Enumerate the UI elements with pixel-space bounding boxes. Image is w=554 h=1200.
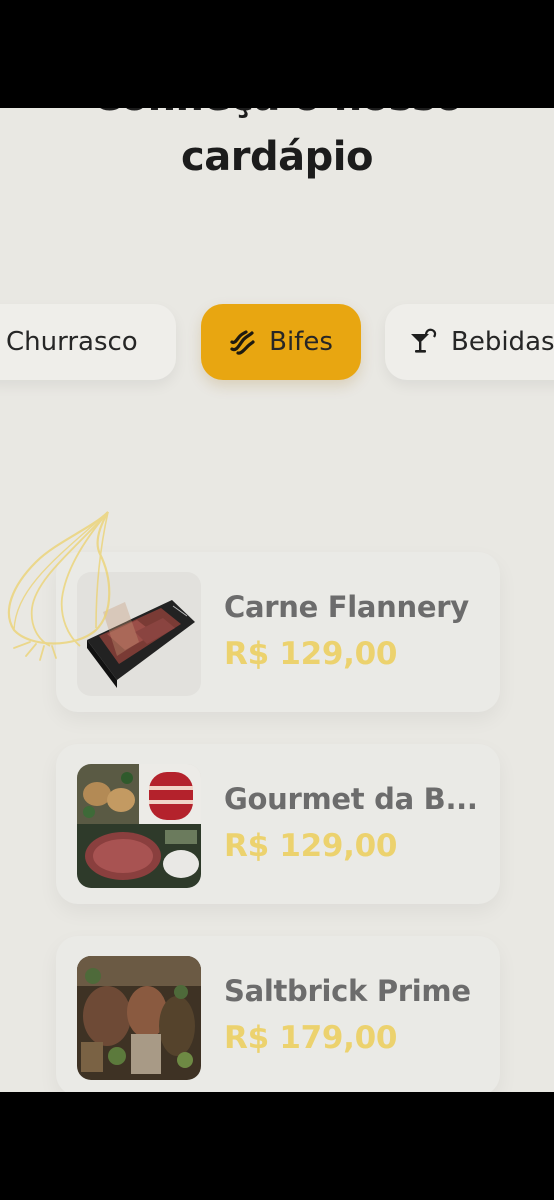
product-card[interactable]: Carne Flannery R$ 129,00 [56,552,500,712]
cocktail-icon [409,328,439,356]
product-name: Saltbrick Prime [224,974,471,1008]
product-price: R$ 179,00 [224,1020,398,1056]
category-label: Churrasco [6,327,138,357]
phone-screen: Conheça o nosso cardápio Churrasco Bifes [0,0,554,1200]
menu-section: Conheça o nosso cardápio Churrasco Bifes [0,108,554,1092]
category-tab-bebidas[interactable]: Bebidas [385,304,554,380]
product-image-boxed-meat [77,572,201,696]
product-card[interactable]: Saltbrick Prime R$ 179,00 [56,936,500,1092]
product-image-steak-collage [77,764,201,888]
product-price: R$ 129,00 [224,636,398,672]
product-image-grilled-platter [77,956,201,1080]
category-tab-churrasco[interactable]: Churrasco [0,304,176,380]
product-card[interactable]: Gourmet da B... R$ 129,00 [56,744,500,904]
product-name: Carne Flannery [224,590,469,624]
product-price: R$ 129,00 [224,828,398,864]
section-title-line1: Conheça o nosso [0,108,554,120]
category-tab-bifes[interactable]: Bifes [201,304,361,380]
steak-icon [229,329,255,355]
product-name: Gourmet da B... [224,782,478,816]
section-title-line2: cardápio [181,134,373,180]
category-label: Bebidas [451,327,554,357]
category-label: Bifes [269,327,333,357]
